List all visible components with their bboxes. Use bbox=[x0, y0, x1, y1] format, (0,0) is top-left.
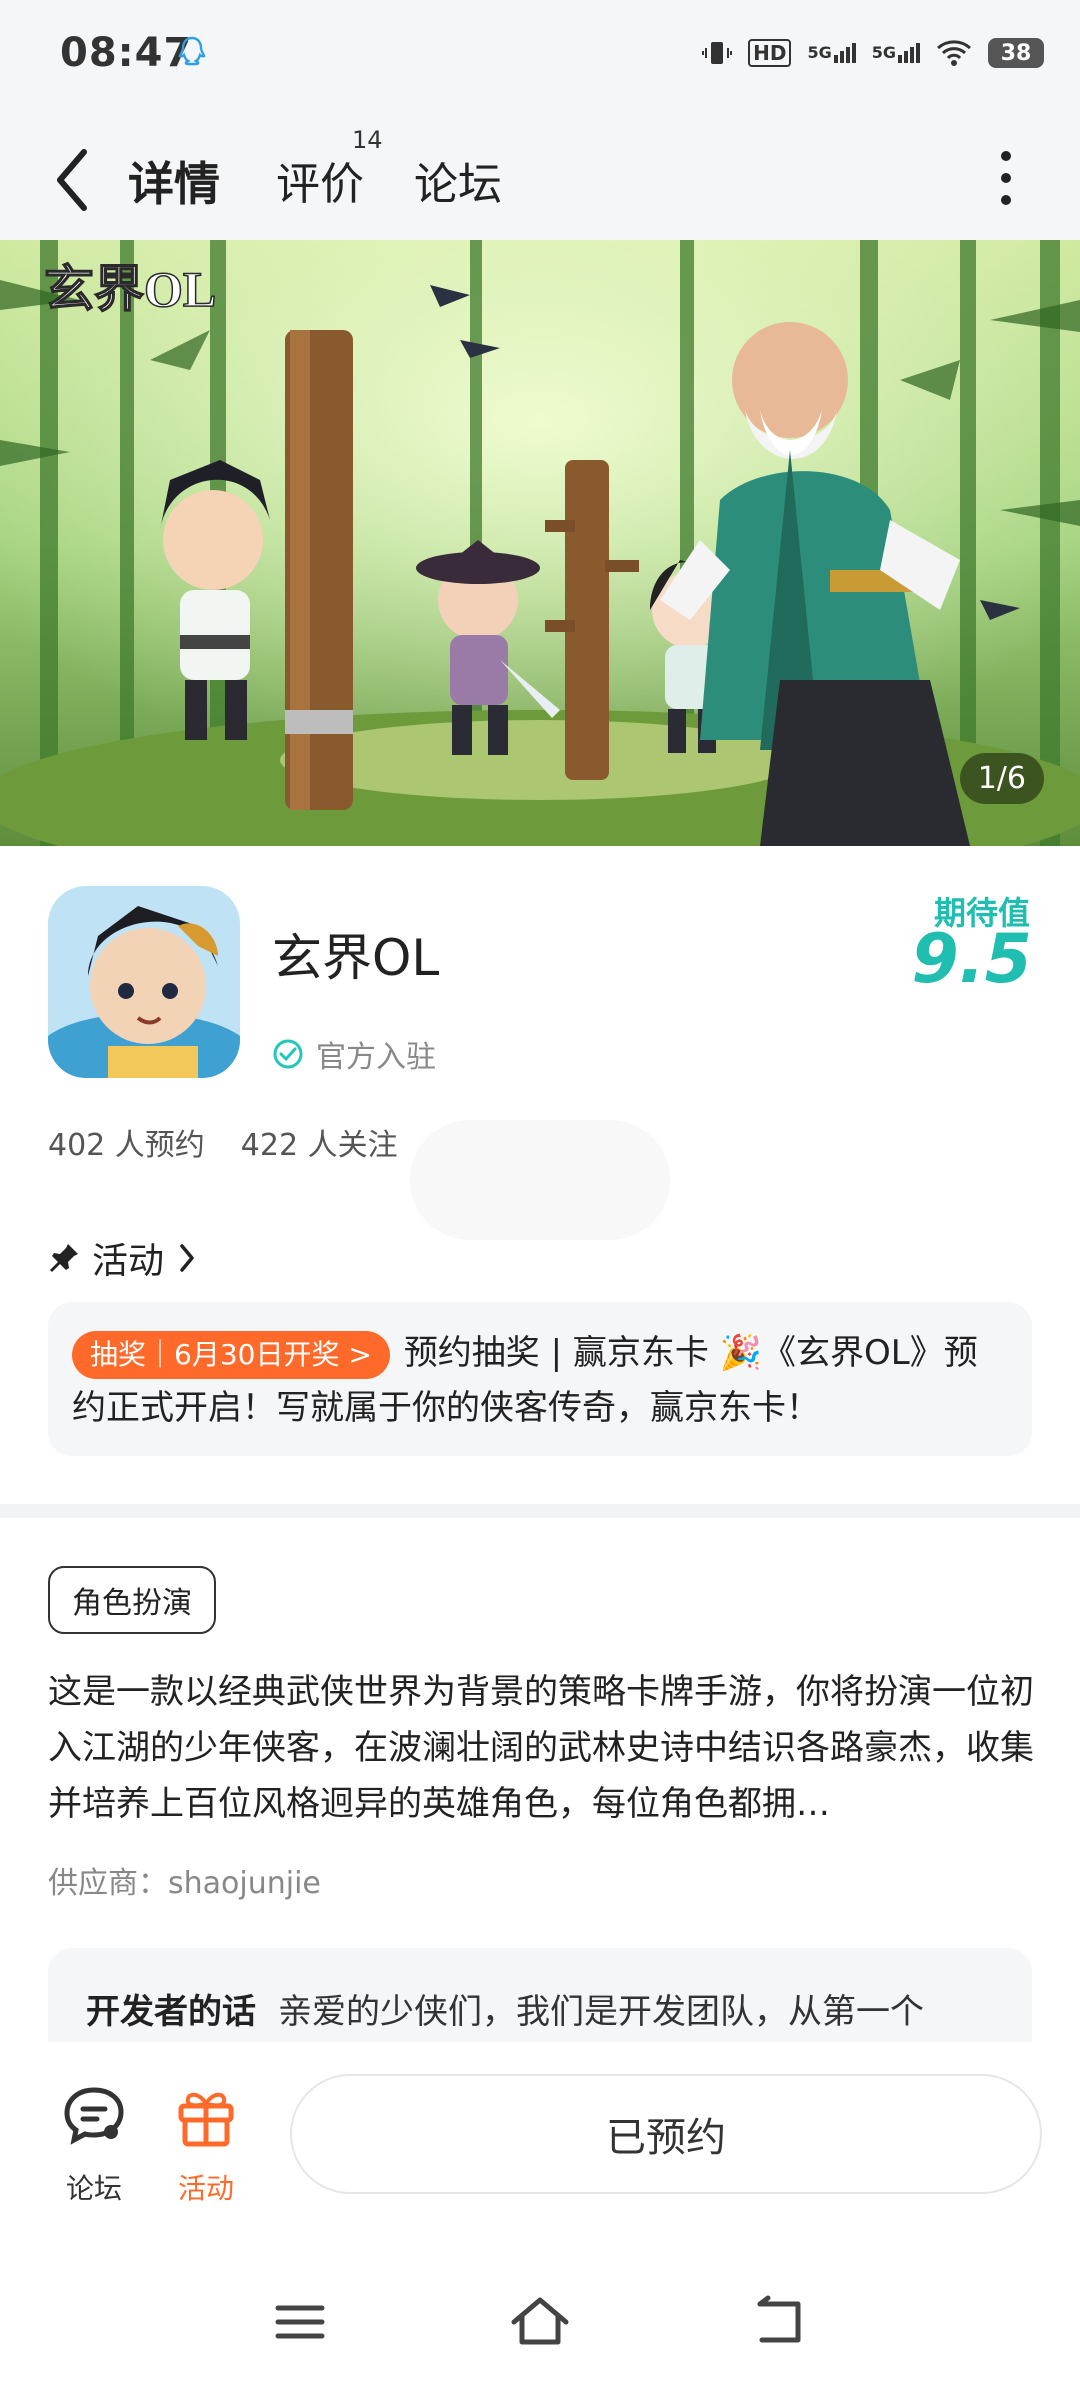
tab-details[interactable]: 详情 bbox=[122, 148, 226, 218]
back-nav-icon[interactable] bbox=[748, 2292, 812, 2352]
section-divider bbox=[0, 1504, 1080, 1518]
banner-logo: 玄界OL bbox=[44, 261, 216, 317]
activity-title: 活动 bbox=[92, 1241, 165, 1282]
supplier-info: 供应商：shaojunjie bbox=[48, 1866, 321, 1901]
gift-icon bbox=[178, 2092, 234, 2147]
forum-chat-icon bbox=[64, 2087, 124, 2145]
official-label: 官方入驻 bbox=[316, 1040, 436, 1075]
carousel-pager: 1/6 bbox=[959, 753, 1044, 804]
pin-icon bbox=[50, 1244, 78, 1272]
back-arrow-icon[interactable] bbox=[50, 140, 98, 220]
more-options-icon[interactable] bbox=[1000, 148, 1012, 208]
banner-artwork: 玄界OL bbox=[0, 240, 1080, 846]
genre-tag[interactable]: 角色扮演 bbox=[48, 1566, 216, 1634]
chevron-right-icon bbox=[180, 1244, 194, 1272]
bottom-action-bar: 论坛 活动 已预约 bbox=[0, 2042, 1080, 2252]
wifi-icon bbox=[937, 40, 971, 66]
faded-overlay-button bbox=[410, 1120, 670, 1240]
activity-button[interactable]: 活动 bbox=[156, 2082, 256, 2207]
activity-section-header[interactable]: 活动 bbox=[48, 1232, 198, 1284]
qq-notification-icon bbox=[178, 36, 206, 66]
tab-reviews[interactable]: 评价 bbox=[276, 148, 364, 212]
tab-forum[interactable]: 论坛 bbox=[414, 148, 502, 212]
top-nav-bar: 详情 评价 14 论坛 bbox=[0, 118, 1080, 240]
hd-label: HD bbox=[748, 39, 792, 67]
official-badge: 官方入驻 bbox=[272, 1032, 436, 1076]
reserved-button[interactable]: 已预约 bbox=[290, 2074, 1042, 2194]
app-stats: 402 人预约 422 人关注 bbox=[48, 1120, 398, 1164]
app-name: 玄界OL bbox=[272, 929, 440, 987]
home-icon[interactable] bbox=[508, 2292, 572, 2352]
forum-button[interactable]: 论坛 bbox=[44, 2082, 144, 2207]
battery-indicator: 38 bbox=[988, 38, 1044, 68]
system-navigation-bar bbox=[0, 2252, 1080, 2388]
vibrate-icon bbox=[702, 42, 733, 64]
signal-5g-2: 5G bbox=[872, 43, 920, 63]
signal-5g-1: 5G bbox=[807, 43, 856, 63]
verified-check-icon bbox=[273, 1039, 303, 1069]
forum-label: 论坛 bbox=[65, 2172, 122, 2205]
screenshot-carousel[interactable]: 玄界OL 1/6 bbox=[0, 240, 1080, 846]
game-description[interactable]: 这是一款以经典武侠世界为背景的策略卡牌手游，你将扮演一位初入江湖的少年侠客，在波… bbox=[48, 1664, 1038, 1832]
lottery-tag: 抽奖｜6月30日开奖 > bbox=[72, 1330, 390, 1379]
status-time: 08:47 bbox=[60, 30, 193, 76]
developer-note-text: 亲爱的少侠们，我们是开发团队，从第一个 bbox=[278, 1992, 924, 2032]
app-icon bbox=[48, 886, 240, 1078]
reservation-count: 402 人预约 bbox=[48, 1128, 205, 1163]
follower-count: 422 人关注 bbox=[240, 1128, 398, 1163]
developer-note-label: 开发者的话 bbox=[86, 1992, 256, 2032]
status-bar: 08:47 HD 5G 5G 38 bbox=[0, 0, 1080, 118]
menu-icon[interactable] bbox=[268, 2292, 332, 2352]
expectation-score: 9.5 bbox=[911, 920, 1032, 999]
status-icons: HD 5G 5G 38 bbox=[702, 38, 1044, 68]
activity-label: 活动 bbox=[177, 2172, 234, 2205]
reviews-count-badge: 14 bbox=[352, 126, 383, 154]
activity-card[interactable]: 抽奖｜6月30日开奖 > 预约抽奖 | 赢京东卡 🎉《玄界OL》预约正式开启！写就… bbox=[48, 1302, 1032, 1456]
